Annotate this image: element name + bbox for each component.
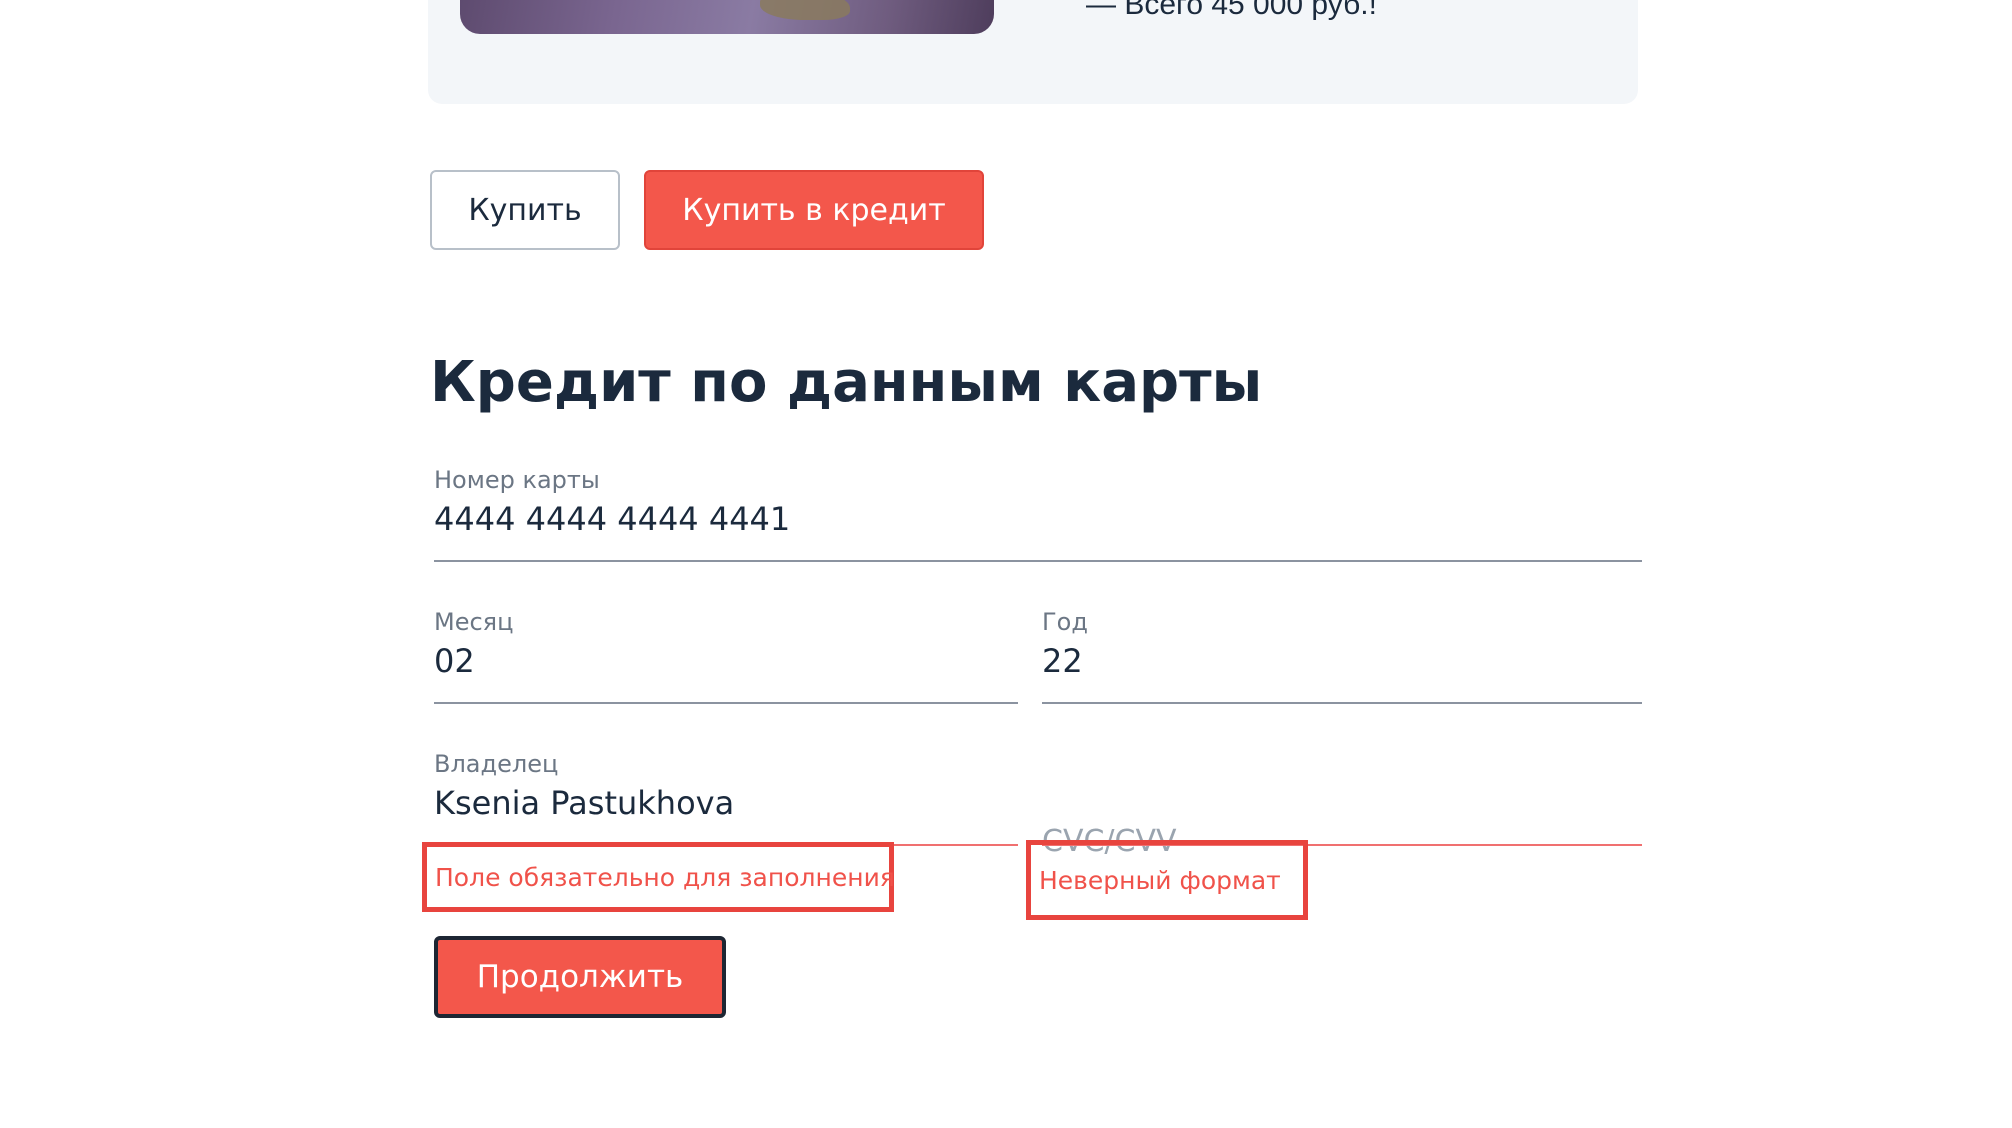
owner-error-highlight: Поле обязательно для заполнения: [422, 842, 895, 912]
card-number-field[interactable]: Номер карты 4444 4444 4444 4441: [430, 466, 1642, 566]
image-detail: [760, 0, 850, 20]
month-label: Месяц: [434, 608, 514, 636]
tour-image: [460, 0, 994, 34]
buy-button[interactable]: Купить: [430, 170, 620, 250]
buy-on-credit-button[interactable]: Купить в кредит: [644, 170, 984, 250]
year-field[interactable]: Год 22: [1038, 608, 1642, 708]
card-number-input[interactable]: 4444 4444 4444 4441: [434, 500, 790, 538]
year-underline: [1042, 702, 1642, 704]
offer-price: — Всего 45 000 руб.!: [1086, 0, 1377, 21]
owner-label: Владелец: [434, 750, 559, 778]
year-label: Год: [1042, 608, 1088, 636]
form-title: Кредит по данным карты: [430, 350, 1263, 415]
month-input[interactable]: 02: [434, 642, 475, 680]
card-number-underline: [434, 560, 1642, 562]
continue-button[interactable]: Продолжить: [434, 936, 726, 1018]
month-field[interactable]: Месяц 02: [430, 608, 1018, 708]
card-number-label: Номер карты: [434, 466, 600, 494]
year-input[interactable]: 22: [1042, 642, 1083, 680]
owner-input[interactable]: Ksenia Pastukhova: [434, 784, 734, 822]
month-underline: [434, 702, 1018, 704]
cvc-error-highlight: Неверный формат: [1026, 840, 1308, 920]
owner-error-message: Поле обязательно для заполнения: [435, 862, 895, 892]
cvc-error-message: Неверный формат: [1039, 865, 1281, 895]
page: — Всего 45 000 руб.! Купить Купить в кре…: [0, 0, 2012, 1128]
